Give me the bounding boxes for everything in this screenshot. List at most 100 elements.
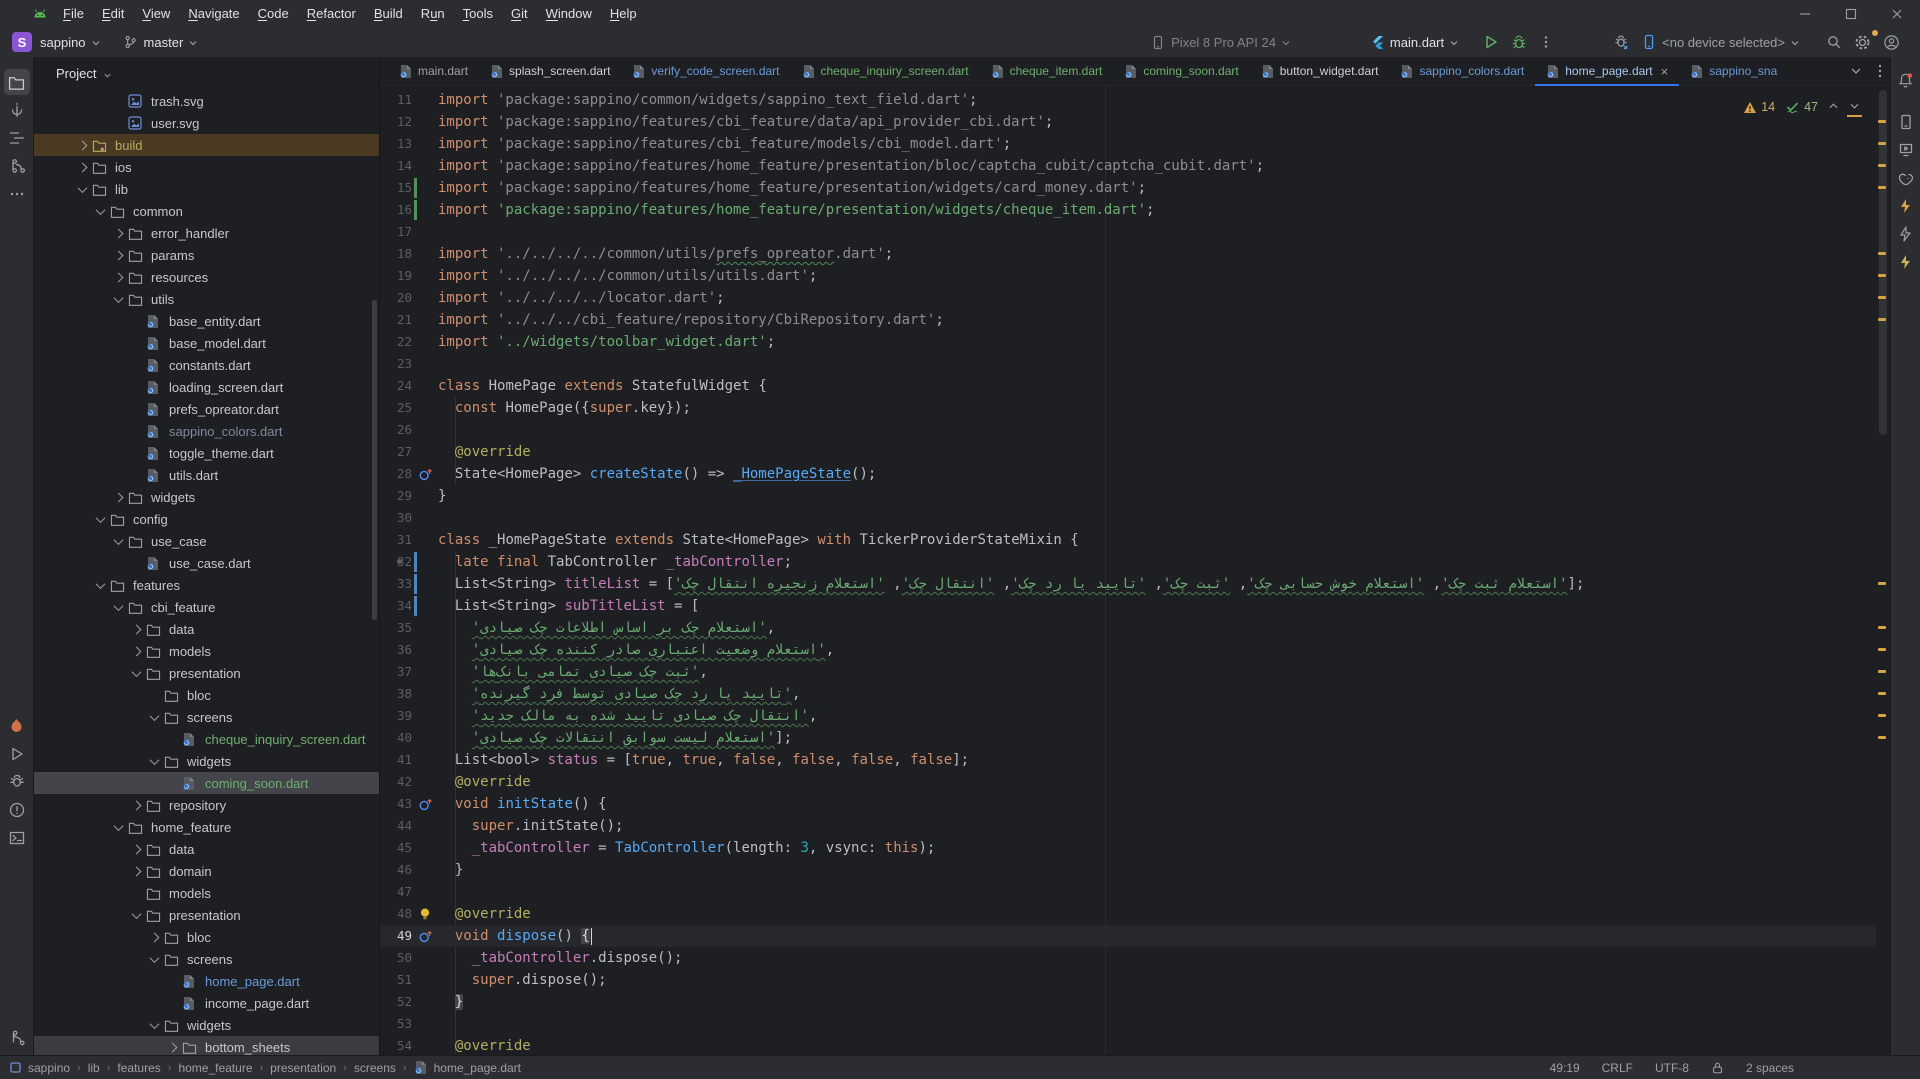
- line-number[interactable]: 17: [380, 221, 412, 243]
- tree-chevron-icon[interactable]: [90, 508, 110, 530]
- tree-folder-lib[interactable]: lib: [34, 178, 379, 200]
- tree-file-use_case-dart[interactable]: use_case.dart: [34, 552, 379, 574]
- breadcrumb-item[interactable]: home_feature: [178, 1061, 252, 1075]
- device-selector[interactable]: Pixel 8 Pro API 24: [1145, 32, 1301, 53]
- tree-chevron-icon[interactable]: [126, 860, 146, 882]
- tree-folder-bloc[interactable]: bloc: [34, 926, 379, 948]
- tree-chevron-icon[interactable]: [126, 794, 146, 816]
- tree-chevron-icon[interactable]: [126, 838, 146, 860]
- menu-code[interactable]: Code: [249, 3, 298, 24]
- notifications-bell-icon[interactable]: [1893, 67, 1919, 93]
- line-number[interactable]: 40: [380, 727, 412, 749]
- line-number[interactable]: 38: [380, 683, 412, 705]
- menu-git[interactable]: Git: [502, 3, 537, 24]
- tab-coming_soon-dart[interactable]: coming_soon.dart: [1113, 57, 1249, 85]
- line-number[interactable]: 52: [380, 991, 412, 1013]
- file-encoding[interactable]: UTF-8: [1655, 1061, 1689, 1075]
- line-number[interactable]: 28: [380, 463, 412, 485]
- menu-window[interactable]: Window: [537, 3, 601, 24]
- warnings-count[interactable]: 14: [1743, 100, 1775, 114]
- tree-chevron-icon[interactable]: [126, 662, 146, 684]
- tree-chevron-icon[interactable]: [90, 574, 110, 596]
- tree-chevron-icon[interactable]: [108, 288, 128, 310]
- device-connection-selector[interactable]: <no device selected>: [1636, 31, 1810, 53]
- line-number[interactable]: 37: [380, 661, 412, 683]
- read-only-lock-icon[interactable]: [1711, 1061, 1724, 1075]
- tree-chevron-icon[interactable]: [144, 1014, 164, 1036]
- tree-chevron-icon[interactable]: [108, 530, 128, 552]
- debug-button[interactable]: [1505, 31, 1533, 53]
- line-number[interactable]: 33: [380, 573, 412, 595]
- tree-file-trash-svg[interactable]: trash.svg: [34, 90, 379, 112]
- tab-sappino_sna[interactable]: sappino_sna: [1679, 57, 1787, 85]
- tree-chevron-icon[interactable]: [108, 596, 128, 618]
- breadcrumb-item[interactable]: home_page.dart: [434, 1061, 521, 1075]
- tab-sappino_colors-dart[interactable]: sappino_colors.dart: [1389, 57, 1535, 85]
- line-number[interactable]: 19: [380, 265, 412, 287]
- minimize-button[interactable]: [1782, 0, 1828, 27]
- inspections-widget[interactable]: 14 47: [1743, 100, 1860, 114]
- breadcrumb-item[interactable]: lib: [88, 1061, 100, 1075]
- line-number[interactable]: 41: [380, 749, 412, 771]
- tree-folder-cbi_feature[interactable]: cbi_feature: [34, 596, 379, 618]
- tree-folder-resources[interactable]: resources: [34, 266, 379, 288]
- line-number[interactable]: 34: [380, 595, 412, 617]
- breadcrumbs[interactable]: sappino›lib›features›home_feature›presen…: [10, 1060, 521, 1075]
- project-tool-icon[interactable]: [4, 69, 30, 95]
- attach-debugger-icon[interactable]: [1607, 31, 1636, 54]
- warning-stripe-mark[interactable]: [1878, 274, 1886, 277]
- line-number[interactable]: 54: [380, 1035, 412, 1055]
- hot-reload-tool-icon[interactable]: [1893, 249, 1919, 275]
- tab-verify_code_screen-dart[interactable]: verify_code_screen.dart: [621, 57, 790, 85]
- problems-tool-icon[interactable]: [4, 797, 30, 823]
- line-number[interactable]: 20: [380, 287, 412, 309]
- menu-navigate[interactable]: Navigate: [179, 3, 248, 24]
- close-button[interactable]: [1874, 0, 1920, 27]
- tree-folder-models[interactable]: models: [34, 882, 379, 904]
- next-problem-icon[interactable]: [1849, 102, 1860, 112]
- device-manager-tool-icon[interactable]: [1893, 109, 1919, 135]
- line-number[interactable]: 43: [380, 793, 412, 815]
- tree-folder-home_feature[interactable]: home_feature: [34, 816, 379, 838]
- tree-chevron-icon[interactable]: [144, 706, 164, 728]
- warning-stripe-mark[interactable]: [1878, 186, 1886, 189]
- tree-file-sappino_colors-dart[interactable]: sappino_colors.dart: [34, 420, 379, 442]
- tree-folder-use_case[interactable]: use_case: [34, 530, 379, 552]
- breadcrumb-item[interactable]: presentation: [270, 1061, 336, 1075]
- tree-chevron-icon[interactable]: [108, 266, 128, 288]
- search-everywhere-icon[interactable]: [1820, 31, 1848, 53]
- tree-folder-build[interactable]: build: [34, 134, 379, 156]
- run-button[interactable]: [1477, 31, 1505, 53]
- tree-file-utils-dart[interactable]: utils.dart: [34, 464, 379, 486]
- passed-checks-count[interactable]: 47: [1785, 100, 1818, 114]
- tree-folder-data[interactable]: data: [34, 618, 379, 640]
- tree-chevron-icon[interactable]: [108, 222, 128, 244]
- tree-folder-config[interactable]: config: [34, 508, 379, 530]
- line-number[interactable]: 46: [380, 859, 412, 881]
- project-scrollbar[interactable]: [372, 300, 377, 620]
- tree-folder-widgets[interactable]: widgets: [34, 1014, 379, 1036]
- tree-chevron-icon[interactable]: [144, 926, 164, 948]
- line-number[interactable]: 53: [380, 1013, 412, 1035]
- line-number[interactable]: 45: [380, 837, 412, 859]
- tree-folder-data[interactable]: data: [34, 838, 379, 860]
- tree-folder-models[interactable]: models: [34, 640, 379, 662]
- tree-folder-widgets[interactable]: widgets: [34, 486, 379, 508]
- menu-refactor[interactable]: Refactor: [298, 3, 365, 24]
- line-number[interactable]: 24: [380, 375, 412, 397]
- line-number[interactable]: 32: [380, 551, 412, 573]
- warning-stripe-mark[interactable]: [1878, 692, 1886, 695]
- line-number[interactable]: 35: [380, 617, 412, 639]
- line-number[interactable]: 31: [380, 529, 412, 551]
- line-number[interactable]: 22: [380, 331, 412, 353]
- tree-chevron-icon[interactable]: [144, 750, 164, 772]
- line-number[interactable]: 49: [380, 925, 412, 947]
- more-actions-icon[interactable]: [1533, 31, 1559, 53]
- tab-cheque_item-dart[interactable]: cheque_item.dart: [980, 57, 1114, 85]
- project-widget[interactable]: S sappino: [0, 32, 105, 52]
- profile-icon[interactable]: [1877, 31, 1906, 54]
- tab-button_widget-dart[interactable]: button_widget.dart: [1250, 57, 1390, 85]
- tree-file-constants-dart[interactable]: constants.dart: [34, 354, 379, 376]
- caret-position[interactable]: 49:19: [1550, 1061, 1580, 1075]
- menu-run[interactable]: Run: [412, 3, 454, 24]
